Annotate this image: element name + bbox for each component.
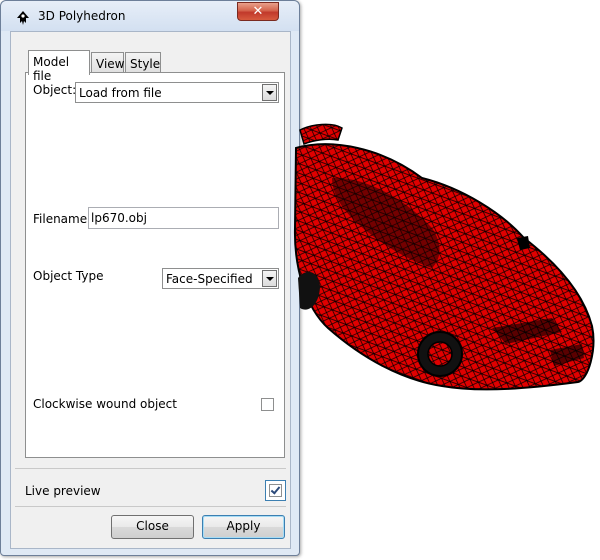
tab-panel-model-file: Object: Load from file Filename: lp670.o… <box>25 72 285 458</box>
chevron-down-icon[interactable] <box>262 84 277 101</box>
tab-model-file[interactable]: Model file <box>28 50 90 83</box>
filename-input[interactable]: lp670.obj <box>88 207 279 229</box>
spoiler-shape <box>299 123 343 146</box>
object-select-value: Load from file <box>79 86 162 100</box>
apply-button-label: Apply <box>226 519 261 533</box>
tab-view[interactable]: View <box>91 52 124 74</box>
object-type-select[interactable]: Face-Specified <box>162 268 279 289</box>
object-label: Object: <box>33 83 77 97</box>
filename-label: Filename: <box>33 212 92 226</box>
wheel-hub-shape <box>427 341 453 367</box>
object-select[interactable]: Load from file <box>75 82 279 103</box>
tab-style[interactable]: Style <box>125 52 161 74</box>
close-button-label: Close <box>136 519 169 533</box>
tab-label: Style <box>130 57 161 71</box>
object-type-select-value: Face-Specified <box>166 272 253 286</box>
close-icon: ✕ <box>252 4 264 19</box>
dialog-window: 3D Polyhedron ✕ Model file View Style Ob… <box>0 0 300 556</box>
live-preview-label: Live preview <box>25 484 101 498</box>
clockwise-checkbox[interactable] <box>261 398 274 411</box>
apply-button[interactable]: Apply <box>202 515 285 539</box>
live-preview-checkbox-box[interactable] <box>269 484 282 497</box>
close-button[interactable]: Close <box>111 515 194 539</box>
car-wireframe-mesh <box>293 123 595 391</box>
dialog-body: Model file View Style Object: Load from … <box>10 31 291 549</box>
divider <box>15 506 286 507</box>
title-bar[interactable]: 3D Polyhedron ✕ <box>1 1 299 31</box>
inkscape-logo-icon <box>17 11 29 25</box>
window-title: 3D Polyhedron <box>38 9 126 23</box>
window-close-button[interactable]: ✕ <box>237 2 279 21</box>
checkmark-icon <box>270 484 281 495</box>
tab-label: View <box>96 57 125 71</box>
live-preview-checkbox[interactable] <box>265 480 286 501</box>
divider <box>15 468 286 469</box>
object-type-label: Object Type <box>33 269 104 283</box>
chevron-down-icon[interactable] <box>262 270 277 287</box>
clockwise-label: Clockwise wound object <box>33 397 177 411</box>
